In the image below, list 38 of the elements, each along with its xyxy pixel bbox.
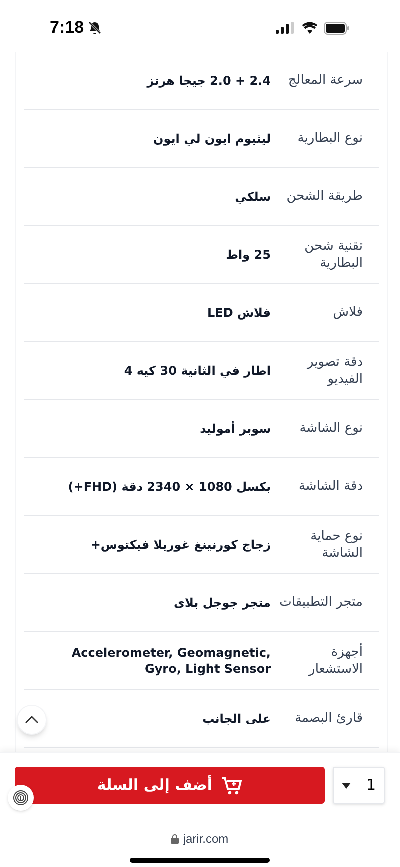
dropdown-arrow-icon xyxy=(342,782,351,788)
spec-label: نوع الشاشة xyxy=(298,420,364,437)
address-bar-url[interactable]: jarir.com xyxy=(183,830,229,848)
spec-label: أجهزة الاستشعار xyxy=(308,644,364,678)
spec-label: تقنية شحن البطارية xyxy=(304,238,364,272)
spec-value: بكسل 1080 × 2340 دقة (FHD+) xyxy=(67,478,271,494)
spec-value: سوبر أموليد xyxy=(199,420,271,436)
spec-label: دقة الشاشة xyxy=(298,478,364,495)
wifi-icon xyxy=(302,22,318,34)
spec-value: 25 واط xyxy=(225,246,271,262)
spec-value: سلكي xyxy=(234,188,271,204)
spec-label: دقة تصوير الفيديو xyxy=(306,354,364,388)
spec-value: على الجانب xyxy=(202,710,271,726)
spec-label: نوع البطارية xyxy=(296,130,364,147)
status-time: 7:18 xyxy=(50,17,84,40)
signal-icon xyxy=(276,22,296,34)
muted-bell-icon xyxy=(88,21,102,35)
chevron-up-icon xyxy=(25,716,39,724)
fingerprint-icon xyxy=(13,790,29,806)
cart-icon xyxy=(220,776,243,796)
spec-value: Accelerometer, Geomagnetic, Gyro, Light Sensor xyxy=(70,644,271,676)
lock-icon xyxy=(171,834,180,844)
quantity-select[interactable]: 1 xyxy=(333,767,385,804)
battery-icon xyxy=(324,22,350,34)
spec-label: قارئ البصمة xyxy=(294,710,364,727)
spec-value: زجاج كورنينغ غوريلا فيكتوس+ xyxy=(90,536,271,552)
spec-value: متجر جوجل بلاى xyxy=(173,594,271,610)
spec-label: فلاش xyxy=(332,304,364,321)
add-to-cart-button[interactable]: أضف إلى السلة xyxy=(15,767,325,804)
spec-label: سرعة المعالج xyxy=(287,72,364,89)
spec-value: 2.4 + 2.0 جيجا هرتز xyxy=(146,72,271,88)
spec-label: طريقة الشحن xyxy=(286,188,364,205)
spec-value: اطار في الثانية 30 كيه 4 xyxy=(123,362,271,378)
spec-value: فلاش LED xyxy=(206,304,271,320)
spec-label: نوع حماية الشاشة xyxy=(310,528,364,562)
spec-value: ليثيوم ايون لي ايون xyxy=(152,130,271,146)
scroll-up-button[interactable] xyxy=(17,705,47,735)
spec-label: متجر التطبيقات xyxy=(278,594,364,611)
